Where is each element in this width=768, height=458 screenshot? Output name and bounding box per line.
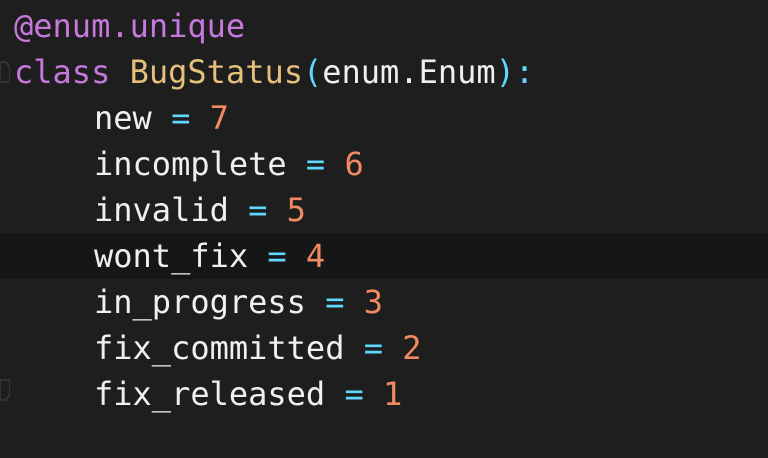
equals-token: = bbox=[267, 237, 287, 275]
code-line-member[interactable]: incomplete = 6 bbox=[0, 141, 768, 187]
code-line-member[interactable]: new = 7 bbox=[0, 95, 768, 141]
open-paren-token: ( bbox=[302, 53, 323, 91]
equals-token: = bbox=[363, 329, 383, 367]
code-editor[interactable]: @enum.unique class BugStatus(enum.Enum):… bbox=[0, 0, 768, 458]
base-class-token: enum.Enum bbox=[322, 53, 496, 91]
class-name-token: BugStatus bbox=[129, 53, 303, 91]
class-keyword-token: class bbox=[14, 53, 111, 91]
equals-token: = bbox=[325, 283, 345, 321]
decorator-token: @enum.unique bbox=[14, 7, 246, 45]
member-value-token: 4 bbox=[305, 237, 326, 275]
member-value-token: 5 bbox=[286, 191, 306, 229]
equals-token: = bbox=[344, 375, 364, 413]
member-name-token: new bbox=[94, 99, 152, 137]
code-line-decorator[interactable]: @enum.unique bbox=[0, 3, 768, 49]
equals-token: = bbox=[305, 145, 326, 183]
member-value-token: 2 bbox=[402, 329, 422, 367]
member-name-token: invalid bbox=[94, 191, 229, 229]
equals-token: = bbox=[248, 191, 268, 229]
close-paren-token: ) bbox=[495, 53, 515, 91]
member-name-token: wont_fix bbox=[94, 237, 249, 275]
code-line-member[interactable]: in_progress = 3 bbox=[0, 279, 768, 325]
code-line-member[interactable]: fix_committed = 2 bbox=[0, 325, 768, 371]
member-value-token: 1 bbox=[382, 375, 403, 413]
member-name-token: fix_released bbox=[94, 375, 326, 413]
code-line-member-current[interactable]: wont_fix = 4 bbox=[0, 233, 768, 279]
member-value-token: 7 bbox=[209, 99, 229, 137]
equals-token: = bbox=[171, 99, 191, 137]
member-value-token: 3 bbox=[363, 283, 383, 321]
code-line-member[interactable]: invalid = 5 bbox=[0, 187, 768, 233]
member-name-token: in_progress bbox=[94, 283, 306, 321]
colon-token: : bbox=[514, 53, 535, 91]
member-name-token: fix_committed bbox=[94, 329, 345, 367]
code-line-member[interactable]: fix_released = 1 bbox=[0, 371, 768, 417]
code-line-class-def[interactable]: class BugStatus(enum.Enum): bbox=[0, 49, 768, 95]
member-value-token: 6 bbox=[344, 145, 364, 183]
member-name-token: incomplete bbox=[94, 145, 287, 183]
